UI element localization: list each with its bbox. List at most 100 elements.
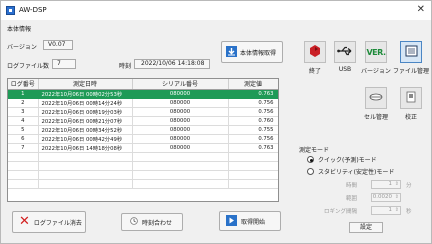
table-row[interactable]: 3 2022年10月06日 00時19分03秒 080000 0.756 (8, 107, 278, 117)
cell-log-no: 4 (8, 116, 39, 126)
table-row[interactable]: 4 2022年10月06日 00時21分07秒 080000 0.760 (8, 116, 278, 126)
cell-manage-button[interactable] (365, 87, 387, 109)
spin-arrows-icon: ⇕ (394, 181, 399, 187)
measure-mode-heading: 測定モード (299, 147, 330, 154)
time-label: 時刻 (119, 63, 132, 70)
cell-log-no (8, 161, 39, 171)
col-header-value[interactable]: 測定値 (228, 79, 278, 90)
clear-logs-label: ログファイル消去 (33, 219, 82, 227)
table-row[interactable]: 6 2022年10月06日 00時42分49秒 080000 0.756 (8, 134, 278, 144)
range-setting-label: 範囲 (345, 196, 357, 202)
range-setting-stepper[interactable]: 0.0020 ⇕ (371, 193, 401, 202)
play-icon (226, 214, 237, 228)
version-button[interactable]: VER. (365, 41, 387, 63)
quick-mode-radio[interactable]: クイック(予測)モード (307, 155, 377, 164)
table-row-empty[interactable] (8, 170, 278, 180)
download-icon (226, 45, 237, 59)
window-title: AW-DSP (19, 6, 47, 14)
cell-value: 0.763 (228, 143, 278, 153)
cell-datetime (38, 161, 133, 171)
cell-datetime (38, 152, 133, 162)
cell-value: 0.760 (228, 116, 278, 126)
log-interval-unit: 秒 (406, 209, 412, 215)
cell-serial: 080000 (132, 143, 229, 153)
table-row[interactable]: 2 2022年10月06日 00時14分24秒 080000 0.756 (8, 98, 278, 108)
file-manage-button[interactable] (400, 41, 422, 63)
fetch-device-info-label: 本体情報取得 (240, 49, 277, 57)
cell-value (228, 170, 278, 180)
cell-log-no (8, 179, 39, 189)
version-label: バージョン (7, 44, 37, 51)
col-header-datetime[interactable]: 測定日時 (38, 79, 133, 90)
calibrate-label: 校正 (404, 114, 417, 121)
col-header-log-no[interactable]: ログ番号 (8, 79, 39, 90)
col-header-serial[interactable]: シリアル番号 (132, 79, 229, 90)
cell-value: 0.763 (228, 89, 278, 99)
set-button[interactable]: 設定 (349, 222, 383, 233)
cell-serial: 080000 (132, 107, 229, 117)
cell-value: 0.755 (228, 125, 278, 135)
cell-datetime (38, 179, 133, 189)
cell-serial (132, 161, 229, 171)
sync-time-label: 時刻合わせ (142, 219, 173, 227)
cell-log-no: 6 (8, 134, 39, 144)
exit-button[interactable] (304, 41, 326, 63)
log-table[interactable]: ログ番号 測定日時 シリアル番号 測定値 1 2022年10月06日 00時02分… (7, 78, 279, 202)
table-row[interactable]: 5 2022年10月06日 00時34分52秒 080000 0.755 (8, 125, 278, 135)
cell-serial (132, 179, 229, 189)
x-icon: ✕ (19, 214, 30, 229)
cell-datetime: 2022年10月06日 00時21分07秒 (38, 116, 133, 126)
cell-value (228, 152, 278, 162)
radio-unselected-icon (307, 168, 314, 175)
cell-log-no (8, 152, 39, 162)
spin-arrows-icon: ⇕ (394, 207, 399, 213)
cell-datetime: 2022年10月06日 14時18分08秒 (38, 143, 133, 153)
clear-logs-button[interactable]: ✕ ログファイル消去 (12, 211, 86, 233)
quick-mode-label: クイック(予測)モード (318, 157, 377, 164)
usb-icon (337, 45, 353, 59)
cell-log-no: 3 (8, 107, 39, 117)
cell-serial: 080000 (132, 98, 229, 108)
cell-serial (132, 152, 229, 162)
cell-log-no: 7 (8, 143, 39, 153)
stable-mode-label: スタビリティ(安定性)モード (318, 169, 395, 176)
time-setting-label: 時間 (345, 183, 357, 189)
log-count-label: ログファイル数 (7, 63, 50, 70)
cell-serial: 080000 (132, 116, 229, 126)
version-value: V0.07 (43, 40, 73, 50)
log-interval-value: 1 (388, 207, 393, 213)
cell-icon (369, 92, 383, 104)
table-row[interactable]: 1 2022年10月06日 00時02分53秒 080000 0.763 (8, 89, 278, 99)
log-interval-stepper[interactable]: 1 ⇕ (371, 206, 401, 215)
stable-mode-radio[interactable]: スタビリティ(安定性)モード (307, 167, 394, 176)
cell-datetime: 2022年10月06日 00時14分24秒 (38, 98, 133, 108)
cell-log-no (8, 170, 39, 180)
table-row-empty[interactable] (8, 161, 278, 171)
cell-value (228, 179, 278, 189)
range-setting-value: 0.0020 (372, 194, 392, 200)
device-info-heading: 本体情報 (7, 26, 32, 33)
app-icon (6, 6, 15, 15)
sync-time-button[interactable]: 時刻合わせ (121, 213, 183, 231)
calibrate-button[interactable] (400, 87, 422, 109)
table-row-empty[interactable] (8, 152, 278, 162)
calibrate-icon (406, 91, 416, 105)
usb-button[interactable] (334, 41, 356, 63)
cell-log-no: 2 (8, 98, 39, 108)
exit-icon (308, 44, 322, 60)
file-manage-label: ファイル管理 (393, 68, 430, 75)
table-row[interactable]: 7 2022年10月06日 14時18分08秒 080000 0.763 (8, 143, 278, 153)
cell-value: 0.756 (228, 134, 278, 144)
radio-selected-icon (307, 156, 314, 163)
time-setting-stepper[interactable]: 1 ⇕ (371, 180, 401, 189)
start-fetch-button[interactable]: 取得開始 (219, 211, 281, 231)
close-icon[interactable]: ✕ (417, 4, 425, 15)
cell-serial: 080000 (132, 134, 229, 144)
title-bar: AW-DSP ✕ (1, 1, 431, 20)
version-icon: VER. (366, 47, 386, 57)
app-window: AW-DSP ✕ 本体情報 バージョン V0.07 ログファイル数 7 時刻 2… (0, 0, 432, 244)
fetch-device-info-button[interactable]: 本体情報取得 (221, 41, 283, 63)
file-manage-icon (405, 45, 418, 59)
time-unit: 分 (406, 183, 412, 189)
table-row-empty[interactable] (8, 179, 278, 189)
